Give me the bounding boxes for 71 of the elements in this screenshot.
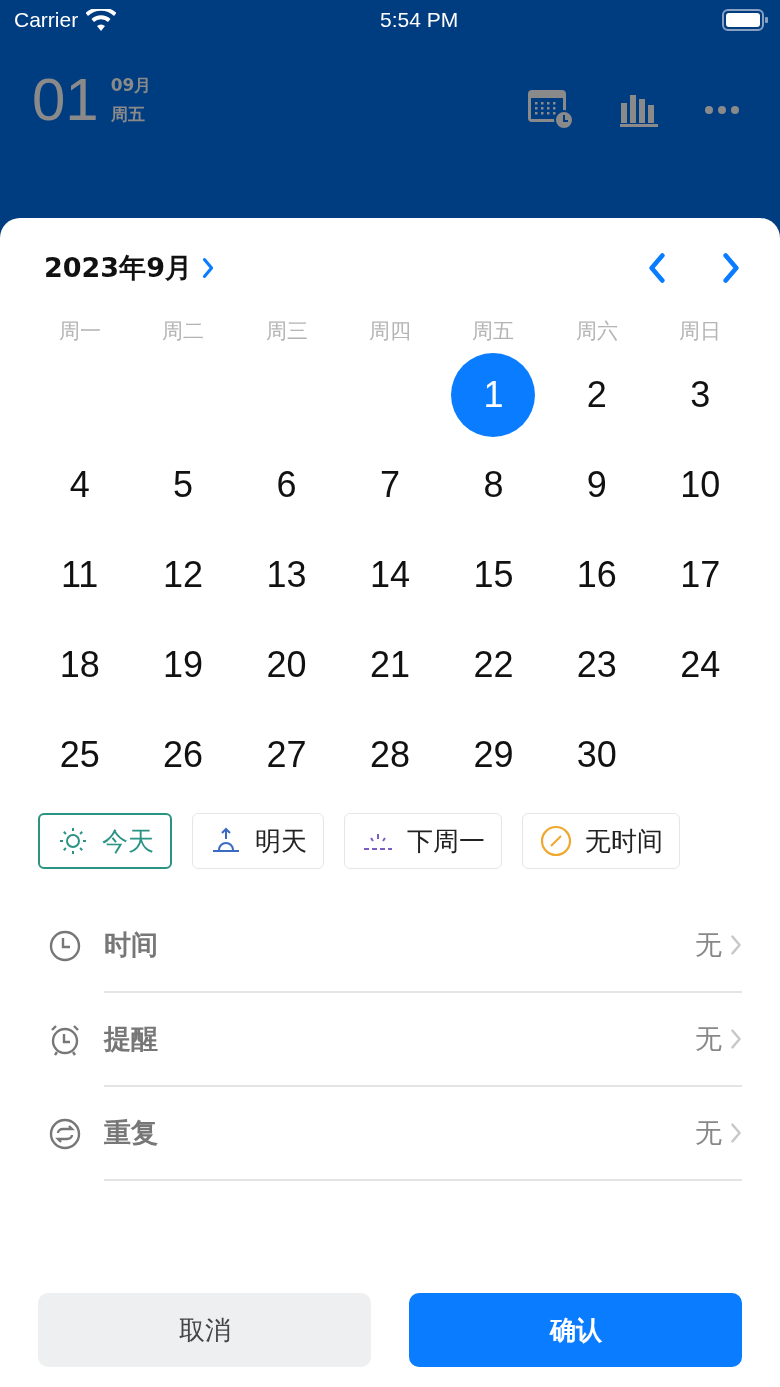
calendar-day[interactable]: 27 [244,713,329,797]
calendar-day[interactable]: 29 [451,713,536,797]
month-label: 09月 [110,74,152,97]
weekday-header: 周二 [161,318,206,345]
calendar-day[interactable]: 18 [37,623,122,707]
no-time-icon [539,824,573,858]
chevron-right-icon [730,1027,742,1051]
calendar-day[interactable]: 28 [348,713,432,797]
cancel-button[interactable]: 取消 [38,1293,371,1367]
calendar-day[interactable]: 20 [244,623,329,707]
calendar-day[interactable]: 30 [554,713,639,797]
battery-icon [722,9,768,31]
calendar-day[interactable]: 24 [658,623,743,707]
calendar-day[interactable]: 15 [451,533,536,617]
calendar-day[interactable]: 19 [141,623,226,707]
calendar-day[interactable]: 2 [554,353,639,437]
calendar-day[interactable]: 9 [554,443,639,527]
carrier-label: Carrier [14,8,79,32]
weekday-header: 周三 [264,318,309,345]
calendar-day[interactable]: 23 [554,623,639,707]
chevron-left-icon [648,252,666,284]
setting-value[interactable]: 无 [695,927,742,963]
calendar-day[interactable]: 6 [244,443,329,527]
calendar-day[interactable]: 1 [451,353,536,437]
weekday-header: 周六 [574,318,619,345]
quick-date-button[interactable]: 无时间 [522,813,680,869]
weekday-header: 周四 [368,318,412,345]
clock-icon [48,929,82,963]
setting-value[interactable]: 无 [695,1115,742,1151]
previous-month-button[interactable] [648,252,666,284]
calendar-day[interactable]: 12 [141,533,226,617]
confirm-button[interactable]: 确认 [409,1293,742,1367]
calendar-day[interactable]: 10 [658,443,743,527]
day-number: 01 [32,70,99,130]
weekday-label: 周五 [110,103,146,126]
calendar-clock-icon[interactable] [528,90,574,130]
next-month-button[interactable] [722,252,740,284]
quick-date-button[interactable]: 下周一 [344,813,502,869]
calendar-day[interactable]: 26 [141,713,226,797]
calendar-day[interactable]: 21 [348,623,432,707]
quick-date-button[interactable]: 明天 [192,813,324,869]
more-icon[interactable] [704,105,740,115]
setting-label: 时间 [104,928,158,962]
chevron-right-icon [722,252,740,284]
setting-label: 重复 [104,1116,158,1150]
calendar-day[interactable]: 4 [37,443,122,527]
repeat-icon [48,1117,82,1151]
weekday-header: 周五 [471,318,516,345]
month-title[interactable]: 2023年9月 [44,250,214,286]
quick-date-button[interactable]: 今天 [38,813,172,869]
calendar-day[interactable]: 8 [451,443,536,527]
status-time: 5:54 PM [379,8,459,32]
chevron-right-icon [730,933,742,957]
weekday-header: 周一 [57,318,102,345]
calendar-day[interactable]: 17 [658,533,743,617]
calendar-day[interactable]: 25 [37,713,122,797]
chevron-right-icon [730,1121,742,1145]
calendar-day[interactable]: 14 [348,533,432,617]
setting-value[interactable]: 无 [695,1021,742,1057]
calendar-day[interactable]: 13 [244,533,329,617]
wifi-icon [86,9,117,31]
setting-label: 提醒 [104,1022,158,1056]
calendar-day[interactable]: 22 [451,623,536,707]
calendar-day[interactable]: 7 [348,443,432,527]
calendar-day[interactable]: 5 [141,443,226,527]
bar-chart-icon[interactable] [620,93,658,127]
weekday-header: 周日 [678,318,723,345]
calendar-day[interactable]: 3 [658,353,743,437]
chevron-right-icon [201,257,214,279]
calendar-day[interactable]: 11 [37,533,122,617]
calendar-day[interactable]: 16 [554,533,639,617]
